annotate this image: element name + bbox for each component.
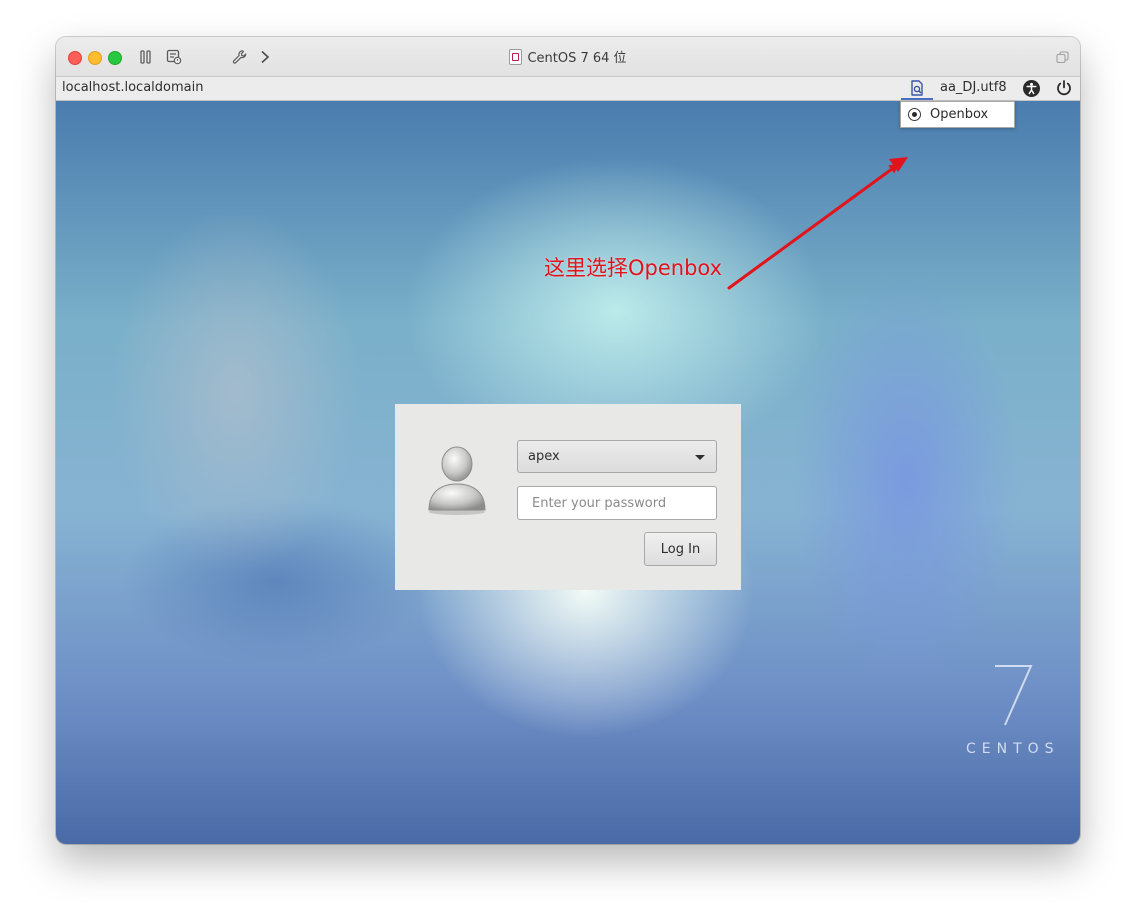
chevron-right-icon[interactable]	[258, 47, 272, 67]
annotation-text: 这里选择Openbox	[544, 256, 723, 280]
gdm-top-bar: localhost.localdomain aa_DJ.utf8	[56, 77, 1080, 101]
wrench-icon[interactable]	[231, 47, 249, 67]
pause-icon[interactable]	[138, 47, 154, 67]
hostname-label: localhost.localdomain	[62, 80, 204, 95]
session-radio-openbox[interactable]	[908, 108, 921, 121]
dropdown-caret-icon	[695, 455, 705, 460]
snapshot-icon[interactable]	[165, 47, 183, 67]
session-menu-popup: Openbox	[900, 101, 1015, 128]
session-menu-button[interactable]	[901, 77, 933, 100]
session-gear-icon	[911, 79, 923, 96]
document-icon	[509, 48, 523, 65]
login-panel: apex Log In	[395, 404, 741, 590]
power-icon[interactable]	[1055, 79, 1073, 97]
window-title: CentOS 7 64 位	[527, 51, 627, 66]
username-value: apex	[528, 449, 560, 464]
user-avatar-icon	[428, 446, 486, 515]
minimize-window-button[interactable]	[88, 51, 102, 65]
restore-icon[interactable]	[1054, 47, 1070, 67]
maximize-window-button[interactable]	[108, 51, 122, 65]
session-option-openbox[interactable]: Openbox	[930, 107, 988, 122]
username-select[interactable]: apex	[517, 440, 717, 473]
centos-logo-7	[995, 665, 1033, 726]
keyboard-layout-label[interactable]: aa_DJ.utf8	[940, 80, 1007, 95]
accessibility-icon[interactable]	[1023, 80, 1040, 97]
window-titlebar: CentOS 7 64 位	[56, 37, 1080, 77]
password-input[interactable]	[517, 486, 717, 520]
vm-window: CentOS 7 64 位 localhost.localdomain aa_D…	[56, 37, 1080, 844]
login-button[interactable]: Log In	[644, 532, 717, 566]
centos-wordmark: CENTOS	[966, 741, 1060, 757]
close-window-button[interactable]	[68, 51, 82, 65]
login-screen-background: 这里选择Openbox apex Log In CENTOS	[56, 101, 1080, 844]
